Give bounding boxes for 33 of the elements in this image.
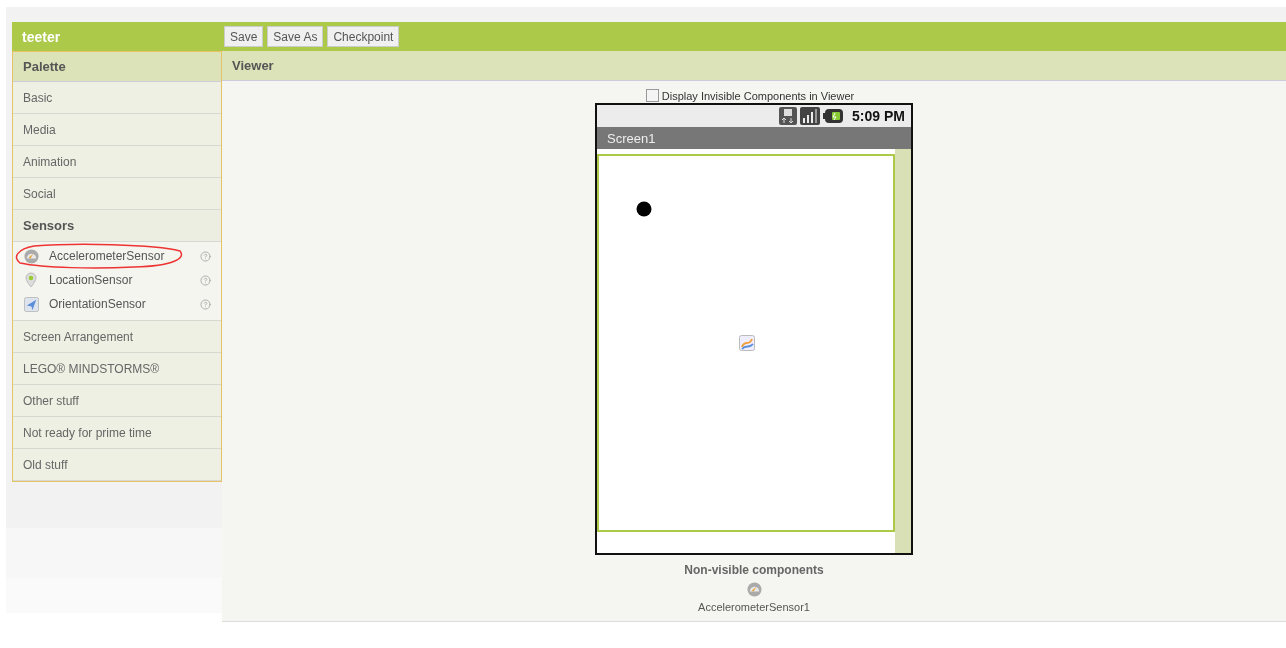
network-icon <box>779 107 798 125</box>
palette-component[interactable]: AccelerometerSensor <box>13 244 221 268</box>
palette-category[interactable]: Animation <box>13 146 221 178</box>
palette-category[interactable]: Old stuff <box>13 449 221 481</box>
display-invisible-checkbox[interactable]: Display Invisible Components in Viewer <box>645 89 855 102</box>
ball-sprite <box>636 201 652 217</box>
palette-category[interactable]: Not ready for prime time <box>13 417 221 449</box>
gauge-icon <box>746 582 762 597</box>
palette-category[interactable]: Basic <box>13 82 221 114</box>
help-icon[interactable] <box>200 274 211 286</box>
help-icon[interactable] <box>200 298 211 310</box>
gauge-icon <box>23 248 39 264</box>
paper-plane-icon <box>23 296 39 312</box>
toolbar-button[interactable]: Checkpoint <box>327 26 400 47</box>
palette-category[interactable]: Media <box>13 114 221 146</box>
non-visible-component[interactable]: AccelerometerSensor1 <box>698 601 810 613</box>
status-time: 5:09 PM <box>852 108 905 124</box>
battery-icon <box>823 109 844 123</box>
image-icon <box>739 335 755 351</box>
screen-title: Screen1 <box>597 127 911 149</box>
palette-component[interactable]: LocationSensor <box>13 268 221 292</box>
palette-header: Palette <box>13 52 221 82</box>
toolbar-button[interactable]: Save <box>224 26 264 47</box>
palette-category[interactable]: Other stuff <box>13 385 221 417</box>
viewer-header: Viewer <box>222 51 1286 81</box>
map-pin-icon <box>25 272 37 288</box>
toolbar-button[interactable]: Save As <box>267 26 324 47</box>
palette-component[interactable]: OrientationSensor <box>13 292 221 316</box>
project-name: teeter <box>21 28 62 45</box>
palette-category[interactable]: Screen Arrangement <box>13 321 221 353</box>
help-icon[interactable] <box>200 250 211 262</box>
palette-category[interactable]: LEGO® MINDSTORMS® <box>13 353 221 385</box>
non-visible-title: Non-visible components <box>684 563 824 577</box>
